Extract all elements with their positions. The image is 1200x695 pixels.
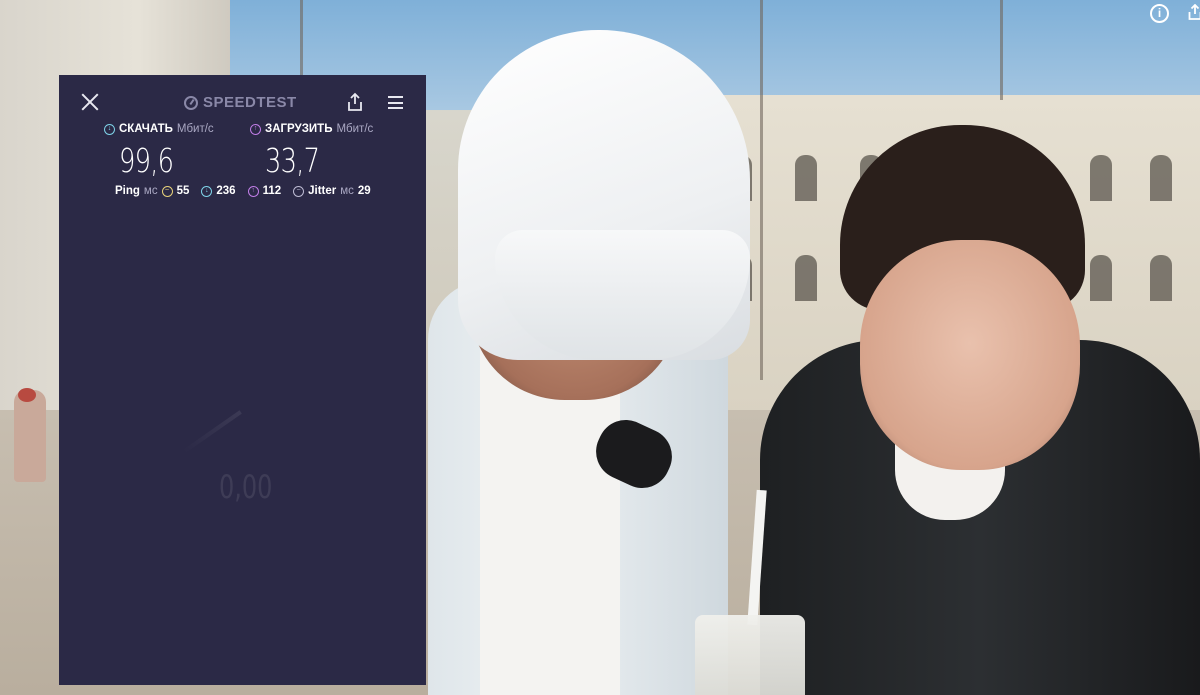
- building-window: [1150, 155, 1172, 201]
- building-window: [1150, 255, 1172, 301]
- upload-latency-icon: ↑: [247, 185, 259, 197]
- upload-value: 33,7: [265, 141, 320, 180]
- background-person-hat: [18, 388, 36, 402]
- jitter-label: Jitter: [308, 185, 337, 197]
- drink-cup: [695, 615, 805, 695]
- building-window: [795, 255, 817, 301]
- menu-icon[interactable]: [388, 96, 403, 109]
- share-icon[interactable]: [346, 92, 364, 112]
- jitter-icon: ~: [293, 185, 305, 197]
- woman-face: [860, 240, 1080, 470]
- download-value: 99,6: [119, 141, 174, 180]
- download-header: ↓ СКАЧАТЬ Мбит/с: [104, 123, 214, 135]
- video-frame: i SPEEDTEST ↓ СКАЧАТЬ Мбит/с 99,6 ↑ ЗАГР…: [0, 0, 1200, 695]
- ping-idle-value: 55: [176, 185, 190, 197]
- ping-upload-value: 112: [262, 185, 282, 197]
- ping-row: Ping мс ~ 55 ↓ 236 ↑ 112 ~ Jitter мс 29: [115, 185, 379, 197]
- ping-unit: мс: [143, 185, 158, 197]
- share-icon[interactable]: [1186, 3, 1200, 22]
- close-icon[interactable]: [81, 93, 99, 111]
- tree: [1000, 0, 1003, 100]
- share-arrow-icon: [348, 92, 362, 111]
- download-arrow-icon: ↓: [104, 123, 115, 135]
- gauge-needle: [182, 410, 242, 454]
- upload-arrow-icon: ↑: [250, 123, 261, 135]
- download-unit: Мбит/с: [176, 123, 214, 135]
- speedtest-logo-icon: [184, 95, 198, 110]
- upload-label: ЗАГРУЗИТЬ: [265, 123, 333, 135]
- idle-latency-icon: ~: [161, 185, 173, 197]
- brand-text: SPEEDTEST: [203, 94, 297, 111]
- ping-download-value: 236: [216, 185, 236, 197]
- background-person: [14, 390, 46, 482]
- upload-header: ↑ ЗАГРУЗИТЬ Мбит/с: [250, 123, 373, 135]
- building-window: [1090, 155, 1112, 201]
- jitter-value: 29: [357, 185, 371, 197]
- upload-unit: Мбит/с: [336, 123, 374, 135]
- speedtest-brand: SPEEDTEST: [184, 94, 297, 111]
- download-label: СКАЧАТЬ: [119, 123, 173, 135]
- info-icon[interactable]: i: [1150, 4, 1169, 23]
- building-window: [1090, 255, 1112, 301]
- ping-label: Ping: [115, 185, 140, 197]
- download-latency-icon: ↓: [201, 185, 213, 197]
- building-window: [795, 155, 817, 201]
- tree: [760, 0, 763, 380]
- gauge-value: 0,00: [219, 468, 273, 506]
- jitter-unit: мс: [340, 185, 354, 197]
- speedtest-panel: SPEEDTEST ↓ СКАЧАТЬ Мбит/с 99,6 ↑ ЗАГРУЗ…: [59, 75, 426, 685]
- share-arrow-icon: [1188, 3, 1200, 20]
